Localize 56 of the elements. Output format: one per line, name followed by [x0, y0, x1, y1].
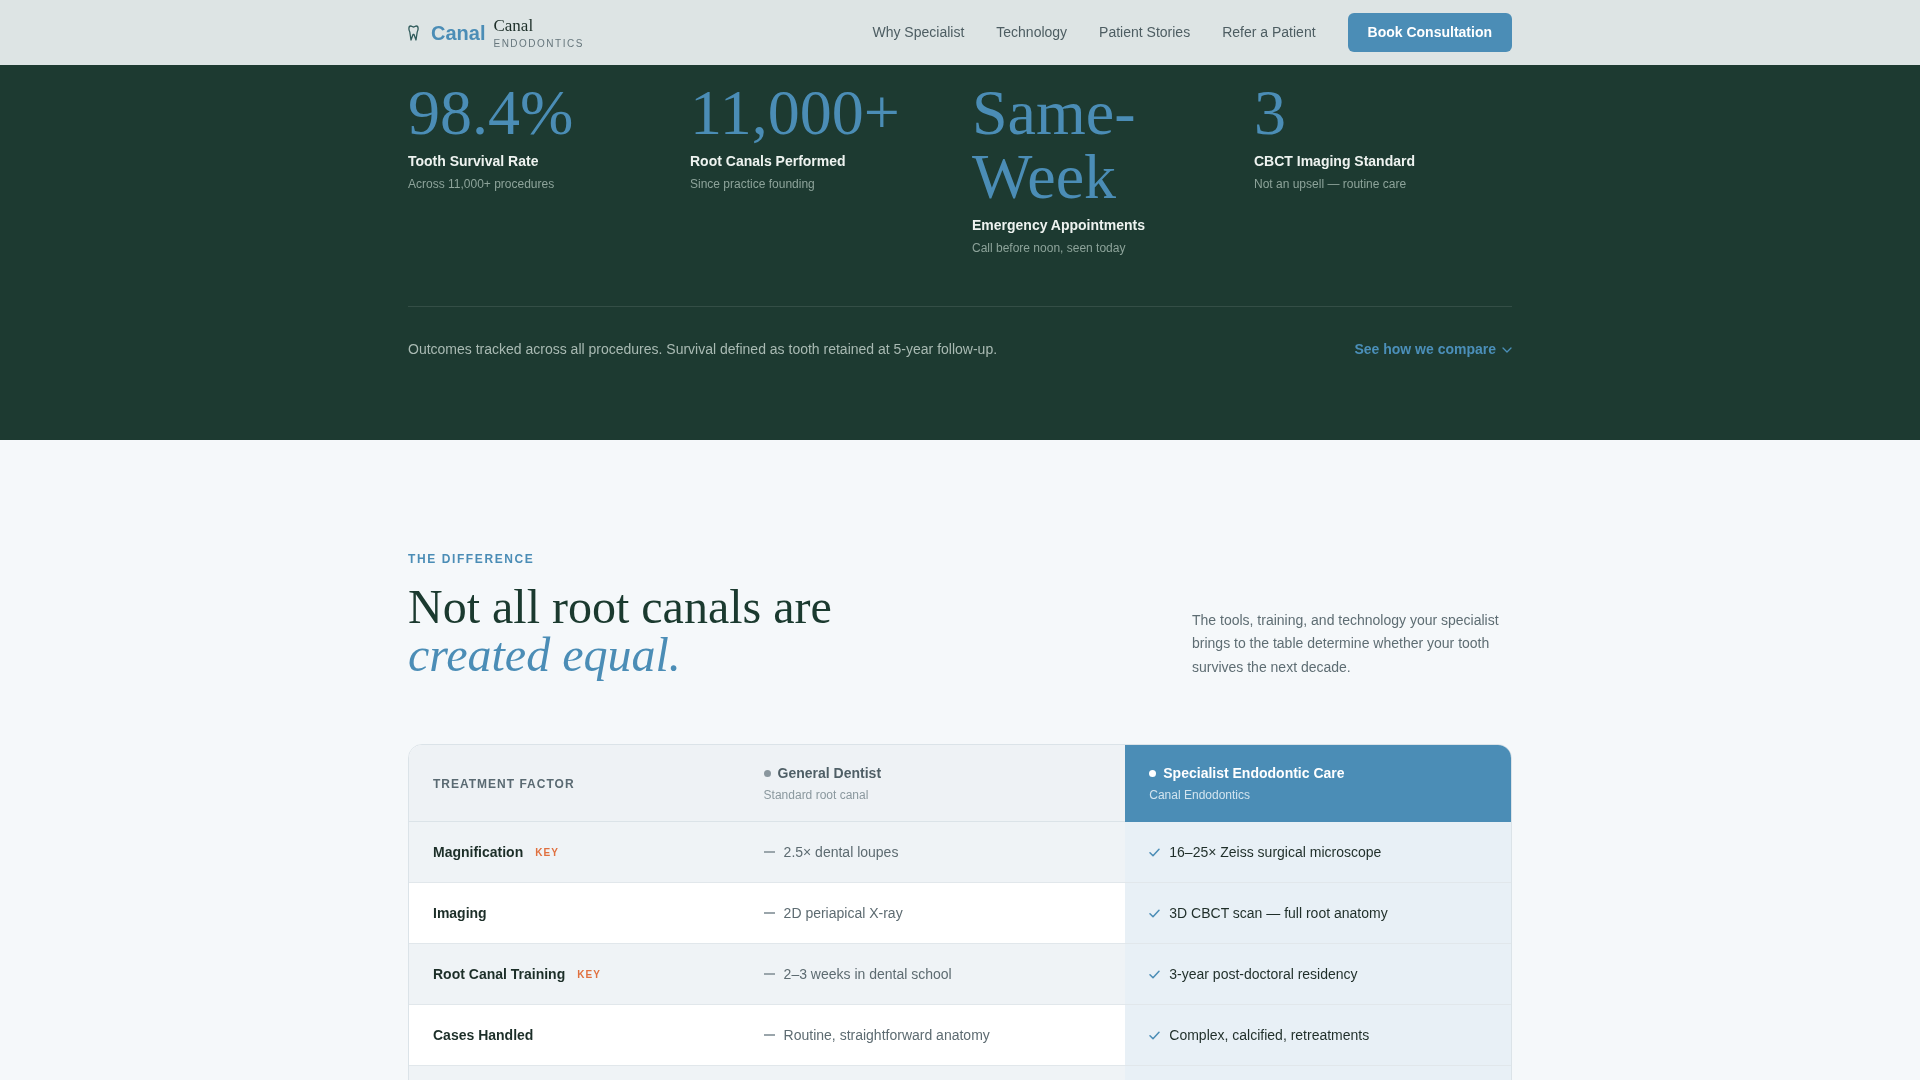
- column-subtitle: Standard root canal: [763, 787, 870, 804]
- section-intro: The tools, training, and technology your specialist brings to the table determine whether your tooth survives the next decade.: [1192, 610, 1500, 677]
- stat-label: Root Canals Performed: [690, 152, 847, 171]
- row-label: Imaging: [433, 903, 487, 923]
- stat-value: 11,000+: [690, 81, 901, 145]
- stat-label: CBCT Imaging Standard: [1254, 152, 1416, 171]
- cell-text: 2D periapical X-ray: [783, 903, 903, 923]
- cell-text: 2.5× dental loupes: [783, 842, 899, 862]
- dash-icon: [763, 851, 775, 853]
- section-eyebrow: THE DIFFERENCE: [408, 551, 536, 568]
- chevron-down-icon: [1502, 346, 1512, 353]
- tooth-icon: [408, 24, 419, 41]
- stat-label: Emergency Appointments: [972, 216, 1146, 235]
- stat-note: Call before noon, seen today: [972, 240, 1127, 257]
- nav-link[interactable]: Patient Stories: [1099, 22, 1191, 43]
- cell-text: Routine, straightforward anatomy: [783, 1025, 990, 1045]
- cell-text: 3D CBCT scan — full root anatomy: [1169, 903, 1388, 923]
- row-label: Magnification: [433, 842, 524, 862]
- cell-text: 16–25× Zeiss surgical microscope: [1169, 842, 1382, 862]
- column-header: TREATMENT FACTOR: [409, 745, 740, 822]
- key-label: KEY: [577, 967, 601, 982]
- nav-link[interactable]: Technology: [996, 22, 1068, 43]
- dot-icon: [763, 769, 771, 777]
- stat-label: Tooth Survival Rate: [408, 152, 540, 171]
- logo-wordmark: Canal: [431, 22, 486, 43]
- compare-link[interactable]: See how we compare: [1354, 339, 1512, 360]
- check-icon: [1149, 1030, 1161, 1040]
- nav-link[interactable]: Refer a Patient: [1222, 22, 1316, 43]
- dash-icon: [763, 912, 775, 914]
- check-icon: [1149, 847, 1161, 857]
- row-label: Root Canal Training: [433, 964, 566, 984]
- key-label: KEY: [535, 845, 559, 860]
- dot-icon: [1149, 769, 1157, 777]
- footnote-text: Outcomes tracked across all procedures. Survival defined as tooth retained at 5-year follow-up.: [408, 340, 998, 359]
- column-subtitle: Canal Endodontics: [1149, 787, 1251, 804]
- stat-note: Since practice founding: [690, 176, 816, 193]
- cell-text: 2–3 weeks in dental school: [783, 964, 952, 984]
- stat-value: Same-Week: [972, 81, 1137, 209]
- column-title: Specialist Endodontic Care: [1163, 764, 1345, 783]
- book-consultation-button[interactable]: Book Consultation: [1347, 13, 1512, 52]
- column-title: General Dentist: [777, 764, 882, 783]
- stat-value: 98.4%: [408, 81, 575, 145]
- stat-note: Across 11,000+ procedures: [408, 176, 556, 193]
- cell-text: 3-year post-doctoral residency: [1169, 964, 1358, 984]
- stat-value: 3: [1254, 81, 1287, 145]
- nav-link[interactable]: Why Specialist: [872, 22, 965, 43]
- row-label: Cases Handled: [433, 1025, 534, 1045]
- dash-icon: [763, 1034, 775, 1036]
- dash-icon: [763, 973, 775, 975]
- brand-tagline: ENDODONTICS: [493, 36, 584, 50]
- stat-note: Not an upsell — routine care: [1254, 176, 1408, 193]
- section-heading: Not all root canals are created equal.: [408, 583, 832, 679]
- check-icon: [1149, 908, 1161, 918]
- check-icon: [1149, 969, 1161, 979]
- cell-text: Complex, calcified, retreatments: [1169, 1025, 1370, 1045]
- brand-name: Canal: [493, 15, 535, 35]
